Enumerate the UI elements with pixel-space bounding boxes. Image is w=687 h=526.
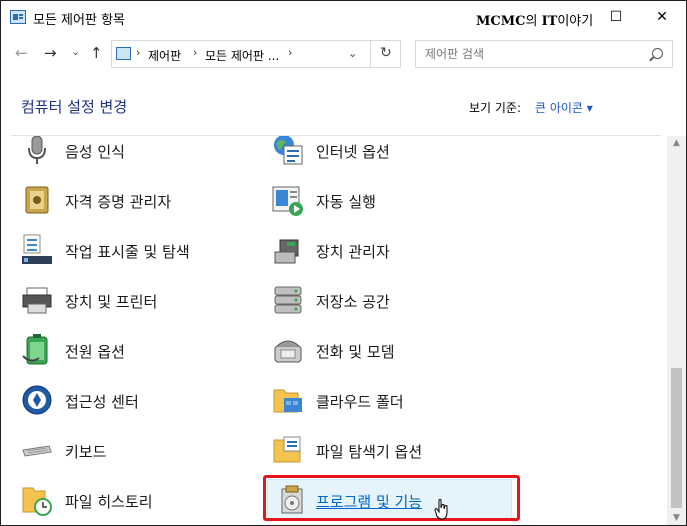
item-label: 클라우드 폴더 (316, 393, 404, 411)
internet-options-icon (274, 136, 303, 165)
breadcrumb-control-panel[interactable]: 제어판 (148, 47, 181, 64)
window-title: 모든 제어판 항목 (33, 13, 125, 28)
item-keyboard[interactable]: 키보드 (21, 430, 261, 470)
watermark-text: MCMC의 IT이야기 (476, 10, 593, 29)
printer-icon (22, 287, 52, 314)
control-panel-window: 모든 제어판 항목 MCMC의 IT이야기 ☐ ✕ ← → ⌄ ↑ › 제어판 … (0, 0, 687, 526)
item-file-explorer-options[interactable]: 파일 탐색기 옵션 (272, 430, 512, 470)
credential-manager-icon (25, 186, 49, 214)
divider (370, 41, 371, 67)
brand-mid: 의 (525, 14, 542, 29)
item-ease-of-access[interactable]: 접근성 센터 (21, 380, 261, 420)
item-label: 자동 실행 (316, 193, 376, 211)
item-label: 전화 및 모뎀 (316, 343, 395, 361)
breadcrumb-all-items[interactable]: 모든 제어판 ... (205, 47, 279, 64)
control-panel-items: 음성 인식 인터넷 옵션 자격 증명 관리자 자동 실행 작업 표시줄 및 탐색… (1, 136, 667, 525)
item-storage-spaces[interactable]: 저장소 공간 (272, 280, 512, 320)
up-button[interactable]: ↑ (90, 44, 103, 62)
search-icon[interactable] (652, 48, 663, 59)
taskbar-icon (22, 234, 52, 264)
keyboard-icon (22, 445, 52, 457)
phone-modem-icon (274, 340, 302, 363)
control-panel-icon (10, 10, 26, 24)
device-manager-icon (274, 239, 299, 264)
close-button[interactable]: ✕ (647, 5, 677, 29)
control-panel-icon (116, 47, 131, 60)
hand-cursor-icon (434, 499, 448, 520)
brand-suffix: 이야기 (557, 14, 594, 29)
chevron-down-icon[interactable]: ⌄ (348, 47, 357, 60)
item-label: 작업 표시줄 및 탐색 (65, 243, 190, 261)
maximize-button[interactable]: ☐ (601, 5, 631, 29)
title-bar: 모든 제어판 항목 MCMC의 IT이야기 ☐ ✕ (1, 1, 686, 35)
item-label: 장치 관리자 (316, 243, 390, 261)
item-label: 장치 및 프린터 (65, 293, 158, 311)
forward-button[interactable]: → (44, 44, 57, 62)
item-devices-printers[interactable]: 장치 및 프린터 (21, 280, 261, 320)
view-by-label: 보기 기준: (469, 101, 522, 115)
item-credential-manager[interactable]: 자격 증명 관리자 (21, 180, 261, 220)
back-button[interactable]: ← (15, 44, 28, 62)
storage-spaces-icon (274, 286, 302, 314)
item-label: 파일 탐색기 옵션 (316, 443, 423, 461)
battery-icon (22, 334, 48, 365)
autoplay-icon (272, 186, 303, 216)
search-input[interactable] (416, 41, 645, 67)
item-label: 파일 히스토리 (65, 493, 153, 511)
item-label: 자격 증명 관리자 (65, 193, 172, 211)
breadcrumb-separator[interactable]: › (193, 46, 197, 59)
item-internet-options[interactable]: 인터넷 옵션 (272, 136, 512, 170)
item-label: 키보드 (65, 443, 107, 461)
file-history-icon (22, 487, 52, 516)
item-cloud-folder[interactable]: 클라우드 폴더 (272, 380, 512, 420)
item-power-options[interactable]: 전원 옵션 (21, 330, 261, 370)
item-taskbar-navigation[interactable]: 작업 표시줄 및 탐색 (21, 230, 261, 270)
breadcrumb-separator[interactable]: › (288, 46, 292, 59)
recent-locations-button[interactable]: ⌄ (71, 45, 80, 58)
folder-options-icon (273, 436, 301, 463)
scroll-up-icon[interactable]: ▲ (667, 138, 686, 148)
brand-it: IT (541, 14, 558, 29)
highlight-box (263, 475, 520, 521)
item-device-manager[interactable]: 장치 관리자 (272, 230, 512, 270)
address-bar[interactable]: › 제어판 › 모든 제어판 ... › ⌄ ↻ (111, 40, 401, 68)
scroll-down-icon[interactable]: ▼ (667, 513, 686, 523)
refresh-button[interactable]: ↻ (380, 45, 392, 61)
cloud-folder-icon (273, 389, 302, 413)
page-title: 컴퓨터 설정 변경 (21, 98, 128, 116)
vertical-scrollbar[interactable]: ▲ ▼ (667, 136, 686, 525)
item-autoplay[interactable]: 자동 실행 (272, 180, 512, 220)
item-phone-modem[interactable]: 전화 및 모뎀 (272, 330, 512, 370)
brand-mcmc: MCMC (476, 14, 526, 29)
search-box[interactable] (415, 40, 673, 68)
item-label: 인터넷 옵션 (316, 143, 390, 161)
item-label: 전원 옵션 (65, 343, 125, 361)
navigation-bar: ← → ⌄ ↑ › 제어판 › 모든 제어판 ... › ⌄ ↻ (1, 35, 686, 75)
microphone-icon (28, 136, 46, 164)
item-speech-recognition[interactable]: 음성 인식 (21, 136, 261, 170)
breadcrumb-separator[interactable]: › (136, 46, 140, 59)
item-label: 접근성 센터 (65, 393, 139, 411)
ease-of-access-icon (22, 385, 52, 415)
item-label: 음성 인식 (65, 143, 125, 161)
view-by-dropdown[interactable]: 큰 아이콘 ▾ (535, 99, 593, 116)
scrollbar-thumb[interactable] (671, 368, 682, 508)
item-label: 저장소 공간 (316, 293, 390, 311)
item-file-history[interactable]: 파일 히스토리 (21, 480, 261, 520)
